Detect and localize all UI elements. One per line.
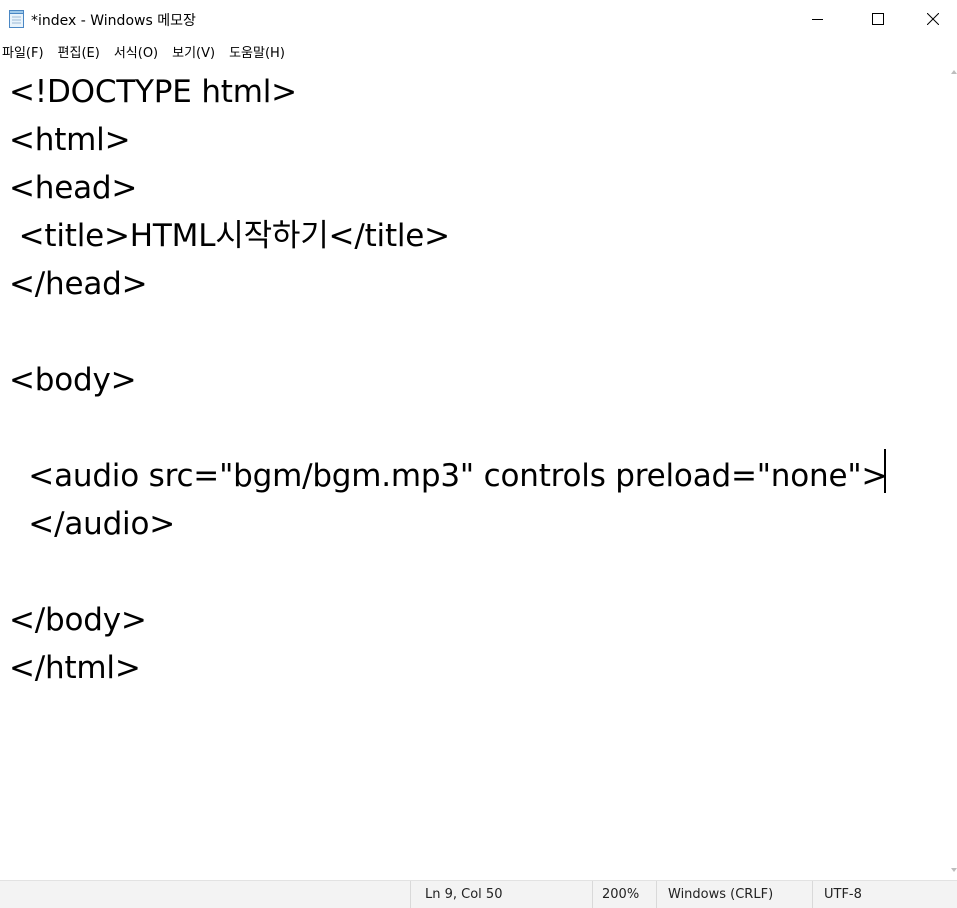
text-caret (884, 449, 886, 493)
code-line: <body> (9, 362, 137, 398)
window-title: *index - Windows 메모장 (31, 13, 196, 29)
menu-file[interactable]: 파일(F) (2, 42, 44, 61)
minimize-button[interactable] (788, 0, 848, 38)
code-line: </html> (9, 650, 141, 686)
code-line: </head> (9, 266, 148, 302)
code-line: <audio src="bgm/bgm.mp3" controls preloa… (9, 458, 888, 494)
status-bar: Ln 9, Col 50 200% Windows (CRLF) UTF-8 (0, 880, 957, 908)
menu-format[interactable]: 서식(O) (114, 42, 158, 61)
code-line: <head> (9, 170, 138, 206)
close-button[interactable] (908, 0, 957, 38)
code-line: </audio> (9, 506, 176, 542)
line-ending: Windows (CRLF) (656, 881, 812, 908)
zoom-level: 200% (592, 881, 656, 908)
cursor-position: Ln 9, Col 50 (410, 881, 592, 908)
code-line: </body> (9, 602, 147, 638)
maximize-icon (872, 10, 884, 29)
maximize-button[interactable] (848, 0, 908, 38)
menu-edit[interactable]: 편집(E) (58, 42, 100, 61)
close-icon (926, 10, 939, 29)
code-line: <!DOCTYPE html> (9, 74, 297, 110)
scroll-down-arrow-icon[interactable] (951, 868, 957, 872)
encoding: UTF-8 (812, 881, 957, 908)
minimize-icon (812, 10, 824, 29)
code-line: <html> (9, 122, 131, 158)
menu-help[interactable]: 도움말(H) (229, 42, 285, 61)
notepad-icon (8, 10, 25, 28)
menu-view[interactable]: 보기(V) (172, 42, 215, 61)
code-line: <title>HTML시작하기</title> (9, 218, 451, 254)
text-editor[interactable]: <!DOCTYPE html> <html> <head> <title>HTM… (0, 64, 953, 880)
menu-bar: 파일(F) 편집(E) 서식(O) 보기(V) 도움말(H) (0, 38, 957, 64)
title-bar[interactable]: *index - Windows 메모장 (0, 0, 957, 38)
scroll-up-arrow-icon[interactable] (951, 70, 957, 74)
